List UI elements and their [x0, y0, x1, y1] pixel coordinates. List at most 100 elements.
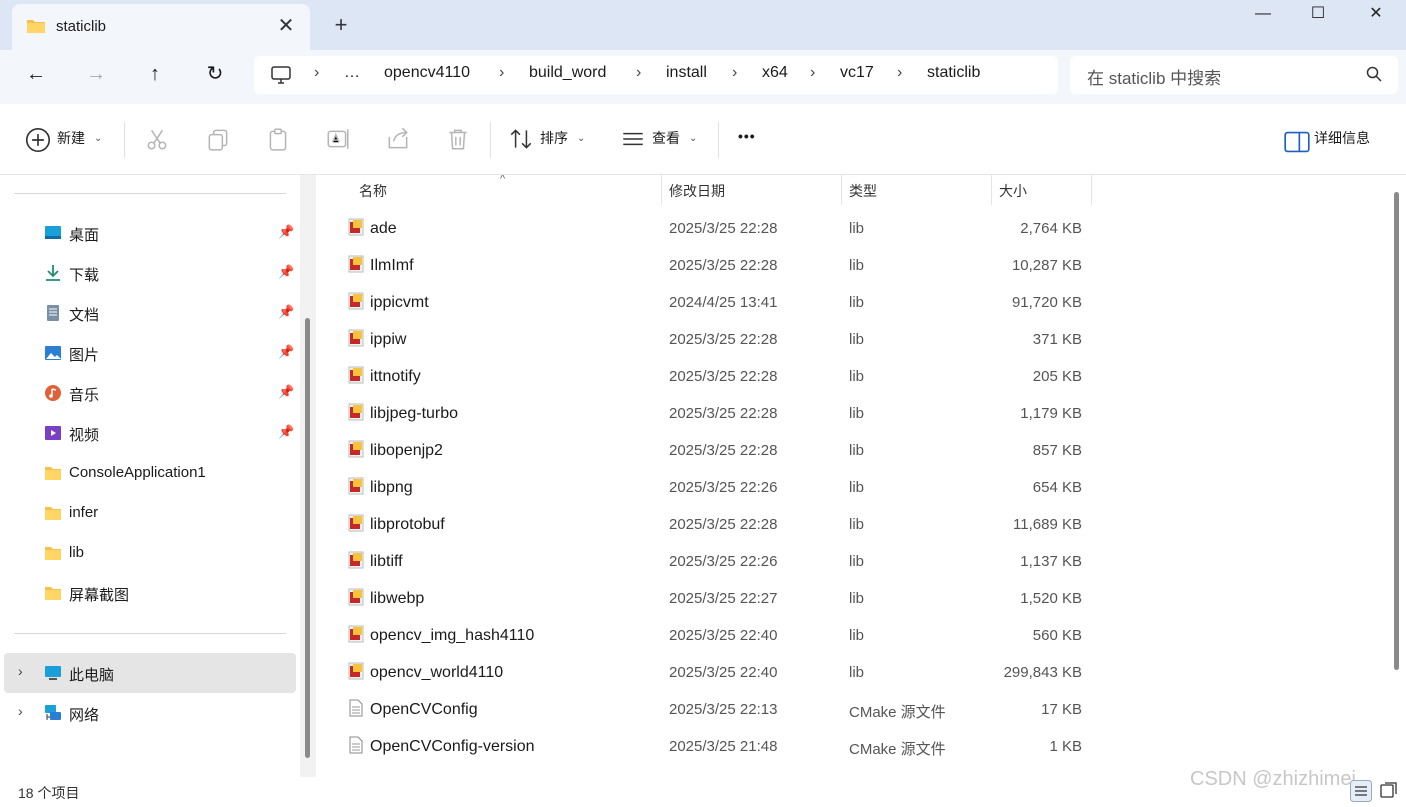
tiles-view-icon[interactable] [1377, 780, 1399, 802]
breadcrumb-opencv4110[interactable]: opencv4110 [384, 64, 470, 82]
cut-icon[interactable] [144, 126, 170, 152]
file-row[interactable]: OpenCVConfig-version 2025/3/25 21:48 CMake… [318, 729, 1388, 766]
sidebar-item-consoleapplication1[interactable]: ConsoleApplication1 [0, 455, 297, 491]
column-divider[interactable] [1091, 175, 1092, 205]
share-icon[interactable] [385, 126, 411, 152]
sidebar-item-network[interactable]: › 网络 [0, 695, 297, 731]
breadcrumb-overflow[interactable]: … [344, 64, 360, 82]
file-name: OpenCVConfig-version [370, 738, 535, 755]
file-date: 2025/3/25 22:28 [669, 368, 778, 385]
chevron-right-icon[interactable]: › [18, 703, 23, 719]
sidebar-item-label: 屏幕截图 [69, 587, 130, 604]
item-count: 18 个项目 [18, 785, 80, 801]
sidebar-item-desktop[interactable]: 桌面 📌 [0, 215, 297, 251]
file-row[interactable]: libwebp 2025/3/25 22:27 lib 1,520 KB [318, 581, 1388, 618]
file-row[interactable]: opencv_world4110 2025/3/25 22:40 lib 299,84… [318, 655, 1388, 692]
search-input[interactable]: 在 staticlib 中搜索 [1087, 64, 1221, 89]
search-box[interactable]: 在 staticlib 中搜索 [1070, 56, 1398, 94]
column-divider[interactable] [991, 175, 992, 205]
delete-icon[interactable] [445, 126, 471, 152]
refresh-button[interactable]: ↻ [197, 60, 233, 88]
file-date: 2025/3/25 22:28 [669, 331, 778, 348]
file-date: 2025/3/25 21:48 [669, 738, 778, 755]
details-view-icon[interactable] [1350, 780, 1372, 802]
file-size: 91,720 KB [1011, 294, 1082, 311]
file-row[interactable]: opencv_img_hash4110 2025/3/25 22:40 lib 560… [318, 618, 1388, 655]
sidebar-item-screenshots[interactable]: 屏幕截图 [0, 575, 297, 611]
folder-icon [45, 547, 61, 560]
file-name: libopenjp2 [370, 442, 443, 459]
up-button[interactable]: ↑ [137, 60, 173, 88]
file-size: 2,764 KB [1020, 220, 1082, 237]
navigation-pane: 桌面 📌 下载 📌 文档 📌 图片 📌 音乐 📌 视频 📌 ConsoleApp… [0, 175, 297, 777]
file-row[interactable]: ittnotify 2025/3/25 22:28 lib 205 KB [318, 359, 1388, 396]
file-row[interactable]: libtiff 2025/3/25 22:26 lib 1,137 KB [318, 544, 1388, 581]
file-row[interactable]: IlmImf 2025/3/25 22:28 lib 10,287 KB [318, 248, 1388, 285]
file-list: ^ 名称 修改日期 类型 大小 ade 2025/3/25 22:28 lib 2,7… [318, 175, 1388, 777]
close-window-button[interactable]: ✕ [1346, 0, 1406, 30]
file-row[interactable]: ade 2025/3/25 22:28 lib 2,764 KB [318, 211, 1388, 248]
more-options-button[interactable]: ••• [738, 128, 756, 144]
sidebar-item-this-pc[interactable]: › 此电脑 [4, 653, 296, 693]
address-bar[interactable]: › … opencv4110 › build_word › install › … [254, 56, 1058, 94]
column-divider[interactable] [661, 175, 662, 205]
sidebar-item-music[interactable]: 音乐 📌 [0, 375, 297, 411]
chevron-right-icon[interactable]: › [18, 663, 23, 679]
sidebar-item-documents[interactable]: 文档 📌 [0, 295, 297, 331]
file-row[interactable]: libprotobuf 2025/3/25 22:28 lib 11,689 KB [318, 507, 1388, 544]
file-row[interactable]: ippicvmt 2024/4/25 13:41 lib 91,720 KB [318, 285, 1388, 322]
back-button[interactable]: ← [18, 60, 54, 88]
breadcrumb-staticlib[interactable]: staticlib [927, 64, 980, 82]
breadcrumb-build-word[interactable]: build_word [529, 64, 606, 82]
this-pc-icon [45, 666, 61, 680]
file-row[interactable]: ippiw 2025/3/25 22:28 lib 371 KB [318, 322, 1388, 359]
videos-icon [45, 426, 61, 440]
pin-icon: 📌 [278, 304, 295, 319]
minimize-button[interactable]: — [1233, 0, 1293, 30]
maximize-button[interactable]: ☐ [1288, 0, 1348, 30]
file-list-scrollbar-thumb[interactable] [1394, 192, 1399, 670]
column-divider[interactable] [841, 175, 842, 205]
lib-file-icon [348, 625, 364, 643]
file-row[interactable]: OpenCVConfig 2025/3/25 22:13 CMake 源文件 17 K… [318, 692, 1388, 729]
file-row[interactable]: libpng 2025/3/25 22:26 lib 654 KB [318, 470, 1388, 507]
file-date: 2025/3/25 22:28 [669, 220, 778, 237]
file-size: 654 KB [1032, 479, 1082, 496]
details-button[interactable]: 详细信息 [1314, 128, 1370, 148]
breadcrumb-x64[interactable]: x64 [762, 64, 788, 82]
file-date: 2025/3/25 22:26 [669, 479, 778, 496]
text-file-icon [349, 736, 363, 754]
view-button[interactable]: 查看 [652, 128, 680, 148]
breadcrumb-vc17[interactable]: vc17 [840, 64, 874, 82]
sidebar-item-infer[interactable]: infer [0, 495, 297, 531]
column-header-size[interactable]: 大小 [999, 181, 1027, 201]
column-header-type[interactable]: 类型 [849, 181, 877, 201]
forward-button[interactable]: → [78, 60, 114, 88]
file-row[interactable]: libopenjp2 2025/3/25 22:28 lib 857 KB [318, 433, 1388, 470]
rename-icon[interactable] [325, 126, 351, 152]
sidebar-scrollbar-thumb[interactable] [305, 318, 310, 758]
lib-file-icon [348, 292, 364, 310]
close-tab-button[interactable]: ✕ [274, 14, 298, 38]
file-date: 2025/3/25 22:26 [669, 553, 778, 570]
divider [490, 122, 491, 158]
sidebar-item-lib[interactable]: lib [0, 535, 297, 571]
copy-icon[interactable] [205, 126, 231, 152]
sidebar-item-pictures[interactable]: 图片 📌 [0, 335, 297, 371]
column-header-date[interactable]: 修改日期 [669, 181, 725, 201]
column-header-name[interactable]: 名称 [359, 181, 387, 201]
paste-icon[interactable] [265, 126, 291, 152]
text-file-icon [349, 699, 363, 717]
sidebar-item-videos[interactable]: 视频 📌 [0, 415, 297, 451]
file-row[interactable]: libjpeg-turbo 2025/3/25 22:28 lib 1,179 KB [318, 396, 1388, 433]
breadcrumb-install[interactable]: install [666, 64, 707, 82]
lib-file-icon [348, 218, 364, 236]
sort-button[interactable]: 排序 [540, 128, 568, 148]
sidebar-item-downloads[interactable]: 下载 📌 [0, 255, 297, 291]
new-tab-button[interactable]: + [328, 12, 354, 38]
file-type: lib [849, 220, 865, 237]
pictures-icon [45, 346, 61, 360]
new-plus-icon [25, 127, 51, 153]
new-button[interactable]: 新建 [57, 128, 85, 148]
tab-staticlib[interactable]: staticlib ✕ [12, 4, 310, 50]
